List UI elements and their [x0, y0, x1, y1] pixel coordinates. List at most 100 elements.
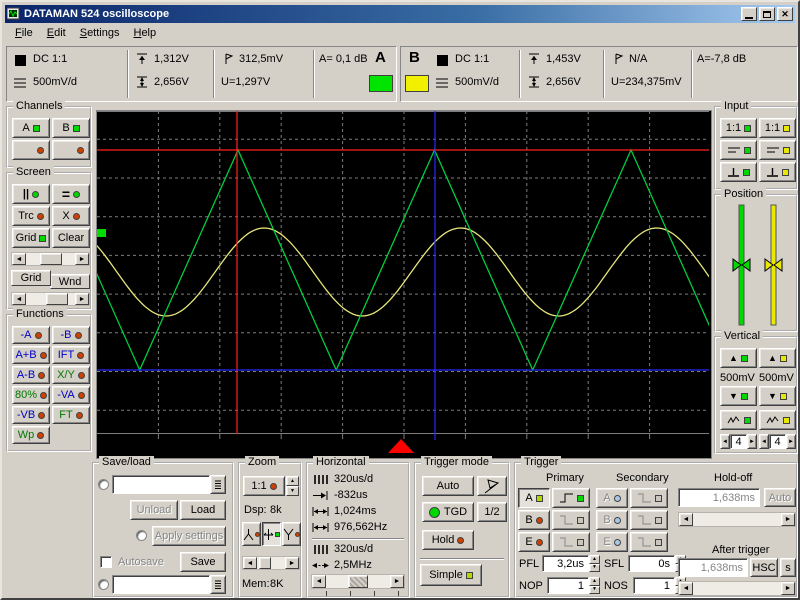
vertical-a-div-up-button[interactable]: ►: [747, 434, 757, 449]
secondary-b-button[interactable]: B: [596, 510, 628, 530]
scope-display[interactable]: [2, 110, 798, 459]
position-slider-b[interactable]: [764, 204, 784, 326]
average-button[interactable]: =: [52, 184, 90, 204]
hold-button[interactable]: Hold: [422, 530, 474, 550]
sfl-input[interactable]: 0s: [628, 555, 675, 572]
spin-up-icon[interactable]: ▲: [286, 476, 299, 486]
scroll-left-icon[interactable]: ◄: [679, 582, 693, 595]
minimize-button[interactable]: [741, 7, 757, 21]
trc-button[interactable]: Trc: [12, 206, 50, 226]
zoom-ratio-button[interactable]: 1:1: [243, 476, 285, 496]
hsc-button[interactable]: HSC: [750, 558, 778, 577]
primary-e-edge-button[interactable]: [552, 532, 590, 552]
horizontal-scrollbar[interactable]: ◄ ►: [311, 574, 405, 589]
pause-button[interactable]: ||: [12, 184, 50, 204]
zoom-out-button[interactable]: [242, 522, 261, 546]
function-minus-b-button[interactable]: -B: [52, 326, 90, 344]
seconds-button[interactable]: s: [780, 558, 796, 577]
unload-button[interactable]: Unload: [130, 500, 178, 520]
position-slider-a[interactable]: [732, 204, 752, 326]
pfl-spinner[interactable]: ▲ ▼: [589, 555, 600, 572]
autosave-checkbox[interactable]: [100, 556, 112, 568]
vertical-a-down-button[interactable]: ▼: [720, 386, 757, 406]
function-minus-vb-button[interactable]: -VB: [12, 406, 50, 424]
channel-b-button[interactable]: B: [52, 118, 90, 138]
vertical-a-noise-button[interactable]: [720, 410, 757, 430]
scroll-left-icon[interactable]: ◄: [312, 575, 326, 588]
holdoff-input[interactable]: 1,638ms: [678, 488, 760, 507]
scroll-right-icon[interactable]: ►: [75, 253, 89, 265]
primary-b-edge-button[interactable]: [552, 510, 590, 530]
function-xy-button[interactable]: X/Y: [52, 366, 90, 384]
save-button[interactable]: Save: [180, 552, 226, 572]
scroll-right-icon[interactable]: ►: [75, 293, 89, 305]
input-b-1to1-button[interactable]: 1:1: [759, 118, 796, 138]
function-a-minus-b-button[interactable]: A-B: [12, 366, 50, 384]
spin-up-icon[interactable]: ▲: [589, 555, 600, 564]
tgd-indicator[interactable]: TGD: [422, 502, 474, 522]
vertical-b-down-button[interactable]: ▼: [759, 386, 796, 406]
input-b-ground-button[interactable]: [759, 162, 796, 182]
screen-scrollbar-2[interactable]: ◄ ►: [11, 292, 90, 306]
spin-down-icon[interactable]: ▼: [589, 585, 600, 594]
spin-up-icon[interactable]: ▲: [589, 577, 600, 586]
apply-settings-button[interactable]: Apply settings: [152, 526, 226, 546]
scroll-right-icon[interactable]: ►: [781, 582, 795, 595]
tab-grid[interactable]: Grid: [11, 270, 51, 286]
spin-down-icon[interactable]: ▼: [589, 563, 600, 572]
function-wp-button[interactable]: Wp: [12, 426, 50, 444]
scrollbar-thumb[interactable]: [348, 575, 368, 588]
secondary-e-edge-button[interactable]: [630, 532, 668, 552]
vertical-a-div-down-button[interactable]: ◄: [720, 434, 730, 449]
input-a-ac-button[interactable]: [720, 140, 757, 160]
half-level-button[interactable]: 1/2: [477, 502, 507, 522]
x-button[interactable]: X: [52, 206, 90, 226]
secondary-a-edge-button[interactable]: [630, 488, 668, 508]
function-minus-va-button[interactable]: -VA: [52, 386, 90, 404]
single-flag-button[interactable]: [477, 476, 507, 496]
menu-settings[interactable]: Settings: [74, 26, 126, 40]
scroll-left-icon[interactable]: ◄: [243, 557, 257, 569]
after-trigger-input[interactable]: 1,638ms: [678, 558, 748, 577]
nop-input[interactable]: 1: [547, 577, 589, 594]
scroll-left-icon[interactable]: ◄: [12, 253, 26, 265]
scrollbar-thumb[interactable]: [46, 293, 68, 305]
zoom-spinner[interactable]: ▲ ▼: [286, 476, 299, 496]
vertical-b-noise-button[interactable]: [759, 410, 796, 430]
holdoff-auto-button[interactable]: Auto: [764, 488, 796, 507]
primary-b-button[interactable]: B: [518, 510, 550, 530]
nop-spinner[interactable]: ▲ ▼: [589, 577, 600, 594]
zoom-scrollbar[interactable]: ◄ ►: [242, 556, 300, 570]
screen-scrollbar-1[interactable]: ◄ ►: [11, 252, 90, 266]
menu-edit[interactable]: Edit: [41, 26, 72, 40]
function-minus-a-button[interactable]: -A: [12, 326, 50, 344]
nos-input[interactable]: 1: [633, 577, 675, 594]
scroll-right-icon[interactable]: ►: [390, 575, 404, 588]
spin-down-icon[interactable]: ▼: [286, 486, 299, 496]
grid-button[interactable]: Grid: [12, 228, 50, 248]
close-button[interactable]: ✕: [777, 7, 793, 21]
menu-file[interactable]: File: [9, 26, 39, 40]
scroll-right-icon[interactable]: ►: [781, 513, 795, 526]
menu-help[interactable]: Help: [127, 26, 162, 40]
function-80pct-button[interactable]: 80%: [12, 386, 50, 404]
primary-a-button[interactable]: A: [518, 488, 550, 508]
tab-wnd[interactable]: Wnd: [50, 274, 90, 289]
maximize-button[interactable]: [759, 7, 775, 21]
vertical-a-up-button[interactable]: ▲: [720, 348, 757, 368]
simple-mode-button[interactable]: Simple: [420, 564, 482, 586]
scrollbar-thumb[interactable]: [259, 557, 271, 569]
input-a-ground-button[interactable]: [720, 162, 757, 182]
channel-a2-button[interactable]: [12, 140, 50, 160]
scroll-left-icon[interactable]: ◄: [12, 293, 26, 305]
zoom-in-button[interactable]: [282, 522, 301, 546]
secondary-b-edge-button[interactable]: [630, 510, 668, 530]
settings-file-input[interactable]: [112, 475, 210, 494]
file-dropdown-button[interactable]: [210, 575, 226, 594]
holdoff-scrollbar[interactable]: ◄ ►: [678, 512, 796, 527]
data-file-input[interactable]: [112, 575, 210, 594]
primary-e-button[interactable]: E: [518, 532, 550, 552]
zoom-normal-button[interactable]: [262, 522, 281, 546]
input-a-1to1-button[interactable]: 1:1: [720, 118, 757, 138]
function-ift-button[interactable]: IFT: [52, 346, 90, 364]
